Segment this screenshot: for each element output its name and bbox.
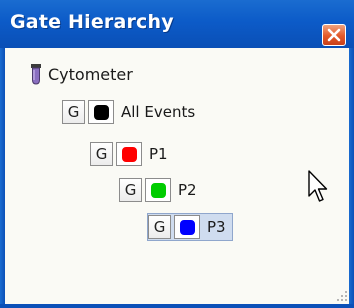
gate-button[interactable]: G (62, 100, 85, 124)
color-swatch-button[interactable] (174, 215, 200, 239)
color-swatch (93, 104, 109, 120)
tree-node-label: All Events (121, 103, 196, 121)
gate-hierarchy-window: Gate Hierarchy Cytometer G All Events G … (0, 0, 354, 308)
color-swatch (150, 182, 166, 198)
color-swatch (179, 219, 195, 235)
tree-node-p2[interactable]: G P2 (119, 176, 203, 204)
close-icon (327, 28, 341, 42)
tree-node-label: P3 (207, 218, 226, 236)
resize-grip-icon[interactable] (336, 290, 348, 302)
mouse-pointer-icon (308, 170, 328, 202)
gate-button[interactable]: G (119, 178, 142, 202)
window-frame-right (349, 48, 354, 308)
window-frame-bottom (0, 304, 354, 308)
tree-node-p3[interactable]: G P3 (147, 213, 233, 241)
window-title: Gate Hierarchy (10, 11, 174, 33)
color-swatch-button[interactable] (88, 100, 114, 124)
tree-node-label: P1 (149, 145, 168, 163)
tree-root-label: Cytometer (48, 64, 133, 84)
color-swatch-button[interactable] (145, 178, 171, 202)
gate-button[interactable]: G (90, 142, 113, 166)
title-bar[interactable]: Gate Hierarchy (0, 0, 354, 49)
color-swatch-button[interactable] (116, 142, 142, 166)
tree-node-p1[interactable]: G P1 (90, 140, 174, 168)
test-tube-icon (31, 64, 41, 85)
tree-root-cytometer[interactable]: Cytometer (30, 62, 133, 86)
color-swatch (121, 146, 137, 162)
tree-node-label: P2 (178, 181, 197, 199)
tree-node-all-events[interactable]: G All Events (62, 98, 201, 126)
gate-button[interactable]: G (148, 215, 171, 239)
close-button[interactable] (322, 24, 346, 46)
